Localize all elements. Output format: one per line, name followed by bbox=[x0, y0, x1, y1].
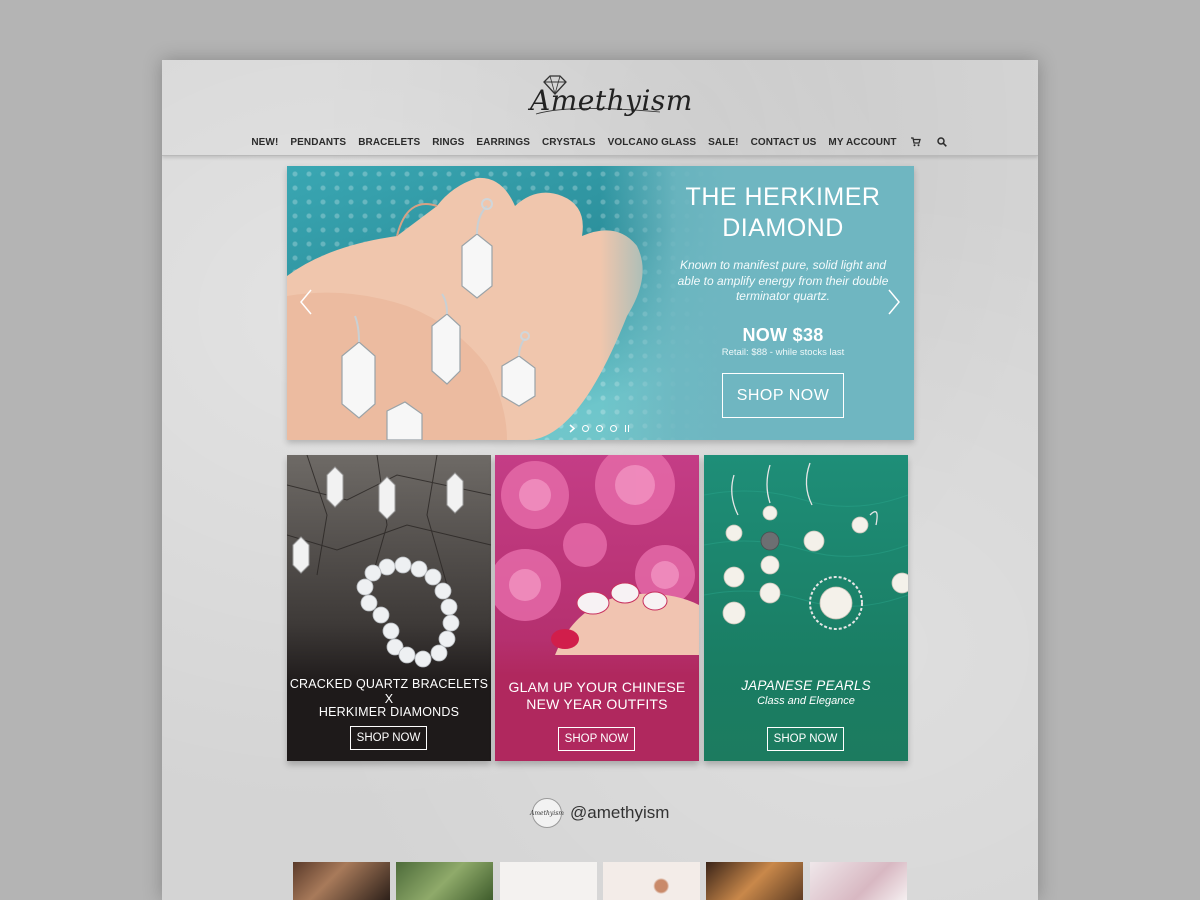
tile-title: JAPANESE PEARLS bbox=[741, 678, 871, 693]
nav-item-my-account[interactable]: MY ACCOUNT bbox=[822, 137, 902, 148]
instagram-thumbnail[interactable] bbox=[603, 862, 700, 900]
page: Amethyism NEW! PENDANTS BRACELETS RINGS … bbox=[162, 60, 1038, 900]
instagram-thumbnail[interactable] bbox=[810, 862, 907, 900]
slider-dots bbox=[569, 424, 630, 433]
tile-title-line1: GLAM UP YOUR CHINESE bbox=[508, 679, 686, 695]
avatar: Amethyism bbox=[530, 798, 564, 828]
tile-title-line3: HERKIMER DIAMONDS bbox=[318, 705, 460, 719]
nav-item-new[interactable]: NEW! bbox=[245, 137, 284, 148]
promo-tile-japanese-pearls[interactable]: JAPANESE PEARLS Class and Elegance SHOP … bbox=[704, 455, 908, 761]
handle-text: @amethyism bbox=[570, 803, 670, 822]
pause-icon[interactable] bbox=[624, 424, 630, 433]
nav-item-volcano-glass[interactable]: VOLCANO GLASS bbox=[602, 137, 703, 148]
logo-text: Amethyism bbox=[530, 84, 693, 117]
nav-item-crystals[interactable]: CRYSTALS bbox=[536, 137, 602, 148]
flowers-nails-image bbox=[495, 455, 699, 761]
hero-retail-note: Retail: $88 - while stocks last bbox=[721, 346, 845, 358]
nav-item-bracelets[interactable]: BRACELETS bbox=[352, 137, 426, 148]
promo-tile-quartz[interactable]: CRACKED QUARTZ BRACELETS X HERKIMER DIAM… bbox=[287, 455, 491, 761]
slider-dot[interactable] bbox=[582, 425, 589, 432]
nav-item-rings[interactable]: RINGS bbox=[426, 137, 470, 148]
hero-description: Known to manifest pure, solid light and … bbox=[677, 258, 889, 303]
chevron-left-icon[interactable] bbox=[299, 288, 313, 316]
nav-item-pendants[interactable]: PENDANTS bbox=[284, 137, 352, 148]
nav-item-earrings[interactable]: EARRINGS bbox=[470, 137, 536, 148]
tile-shop-now-button[interactable]: SHOP NOW bbox=[767, 727, 844, 751]
instagram-thumbnail[interactable] bbox=[706, 862, 803, 900]
promo-tile-chinese-new-year[interactable]: GLAM UP YOUR CHINESE NEW YEAR OUTFITS SH… bbox=[495, 455, 699, 761]
nav-item-sale[interactable]: SALE! bbox=[702, 137, 745, 148]
pearls-image bbox=[704, 455, 908, 761]
tile-title-line2: NEW YEAR OUTFITS bbox=[526, 696, 668, 712]
site-header: Amethyism NEW! PENDANTS BRACELETS RINGS … bbox=[162, 60, 1038, 156]
tile-title-line2: X bbox=[384, 692, 394, 706]
instagram-thumbnail[interactable] bbox=[500, 862, 597, 900]
tile-shop-now-button[interactable]: SHOP NOW bbox=[350, 726, 427, 750]
tile-shop-now-button[interactable]: SHOP NOW bbox=[558, 727, 635, 751]
slider-dot[interactable] bbox=[596, 425, 603, 432]
instagram-handle[interactable]: Amethyism @amethyism bbox=[530, 798, 670, 828]
hero-shop-now-button[interactable]: SHOP NOW bbox=[722, 373, 844, 418]
search-icon[interactable] bbox=[929, 137, 955, 147]
tile-subtitle: Class and Elegance bbox=[757, 695, 855, 707]
nav-item-contact-us[interactable]: CONTACT US bbox=[745, 137, 823, 148]
brand-logo[interactable]: Amethyism bbox=[530, 68, 693, 124]
hero-slider: THE HERKIMER DIAMOND Known to manifest p… bbox=[287, 166, 914, 440]
instagram-thumbnail[interactable] bbox=[396, 862, 493, 900]
play-icon[interactable] bbox=[569, 424, 575, 433]
instagram-thumbnail[interactable] bbox=[293, 862, 390, 900]
slider-dot[interactable] bbox=[610, 425, 617, 432]
hero-title: THE HERKIMER DIAMOND bbox=[685, 183, 881, 242]
tile-title-line1: CRACKED QUARTZ BRACELETS bbox=[289, 677, 489, 691]
main-nav: NEW! PENDANTS BRACELETS RINGS EARRINGS C… bbox=[162, 134, 1038, 150]
hero-price: NOW $38 bbox=[742, 324, 824, 345]
chevron-right-icon[interactable] bbox=[887, 288, 901, 316]
hero-copy: THE HERKIMER DIAMOND Known to manifest p… bbox=[672, 182, 894, 358]
cart-icon[interactable] bbox=[903, 137, 929, 147]
